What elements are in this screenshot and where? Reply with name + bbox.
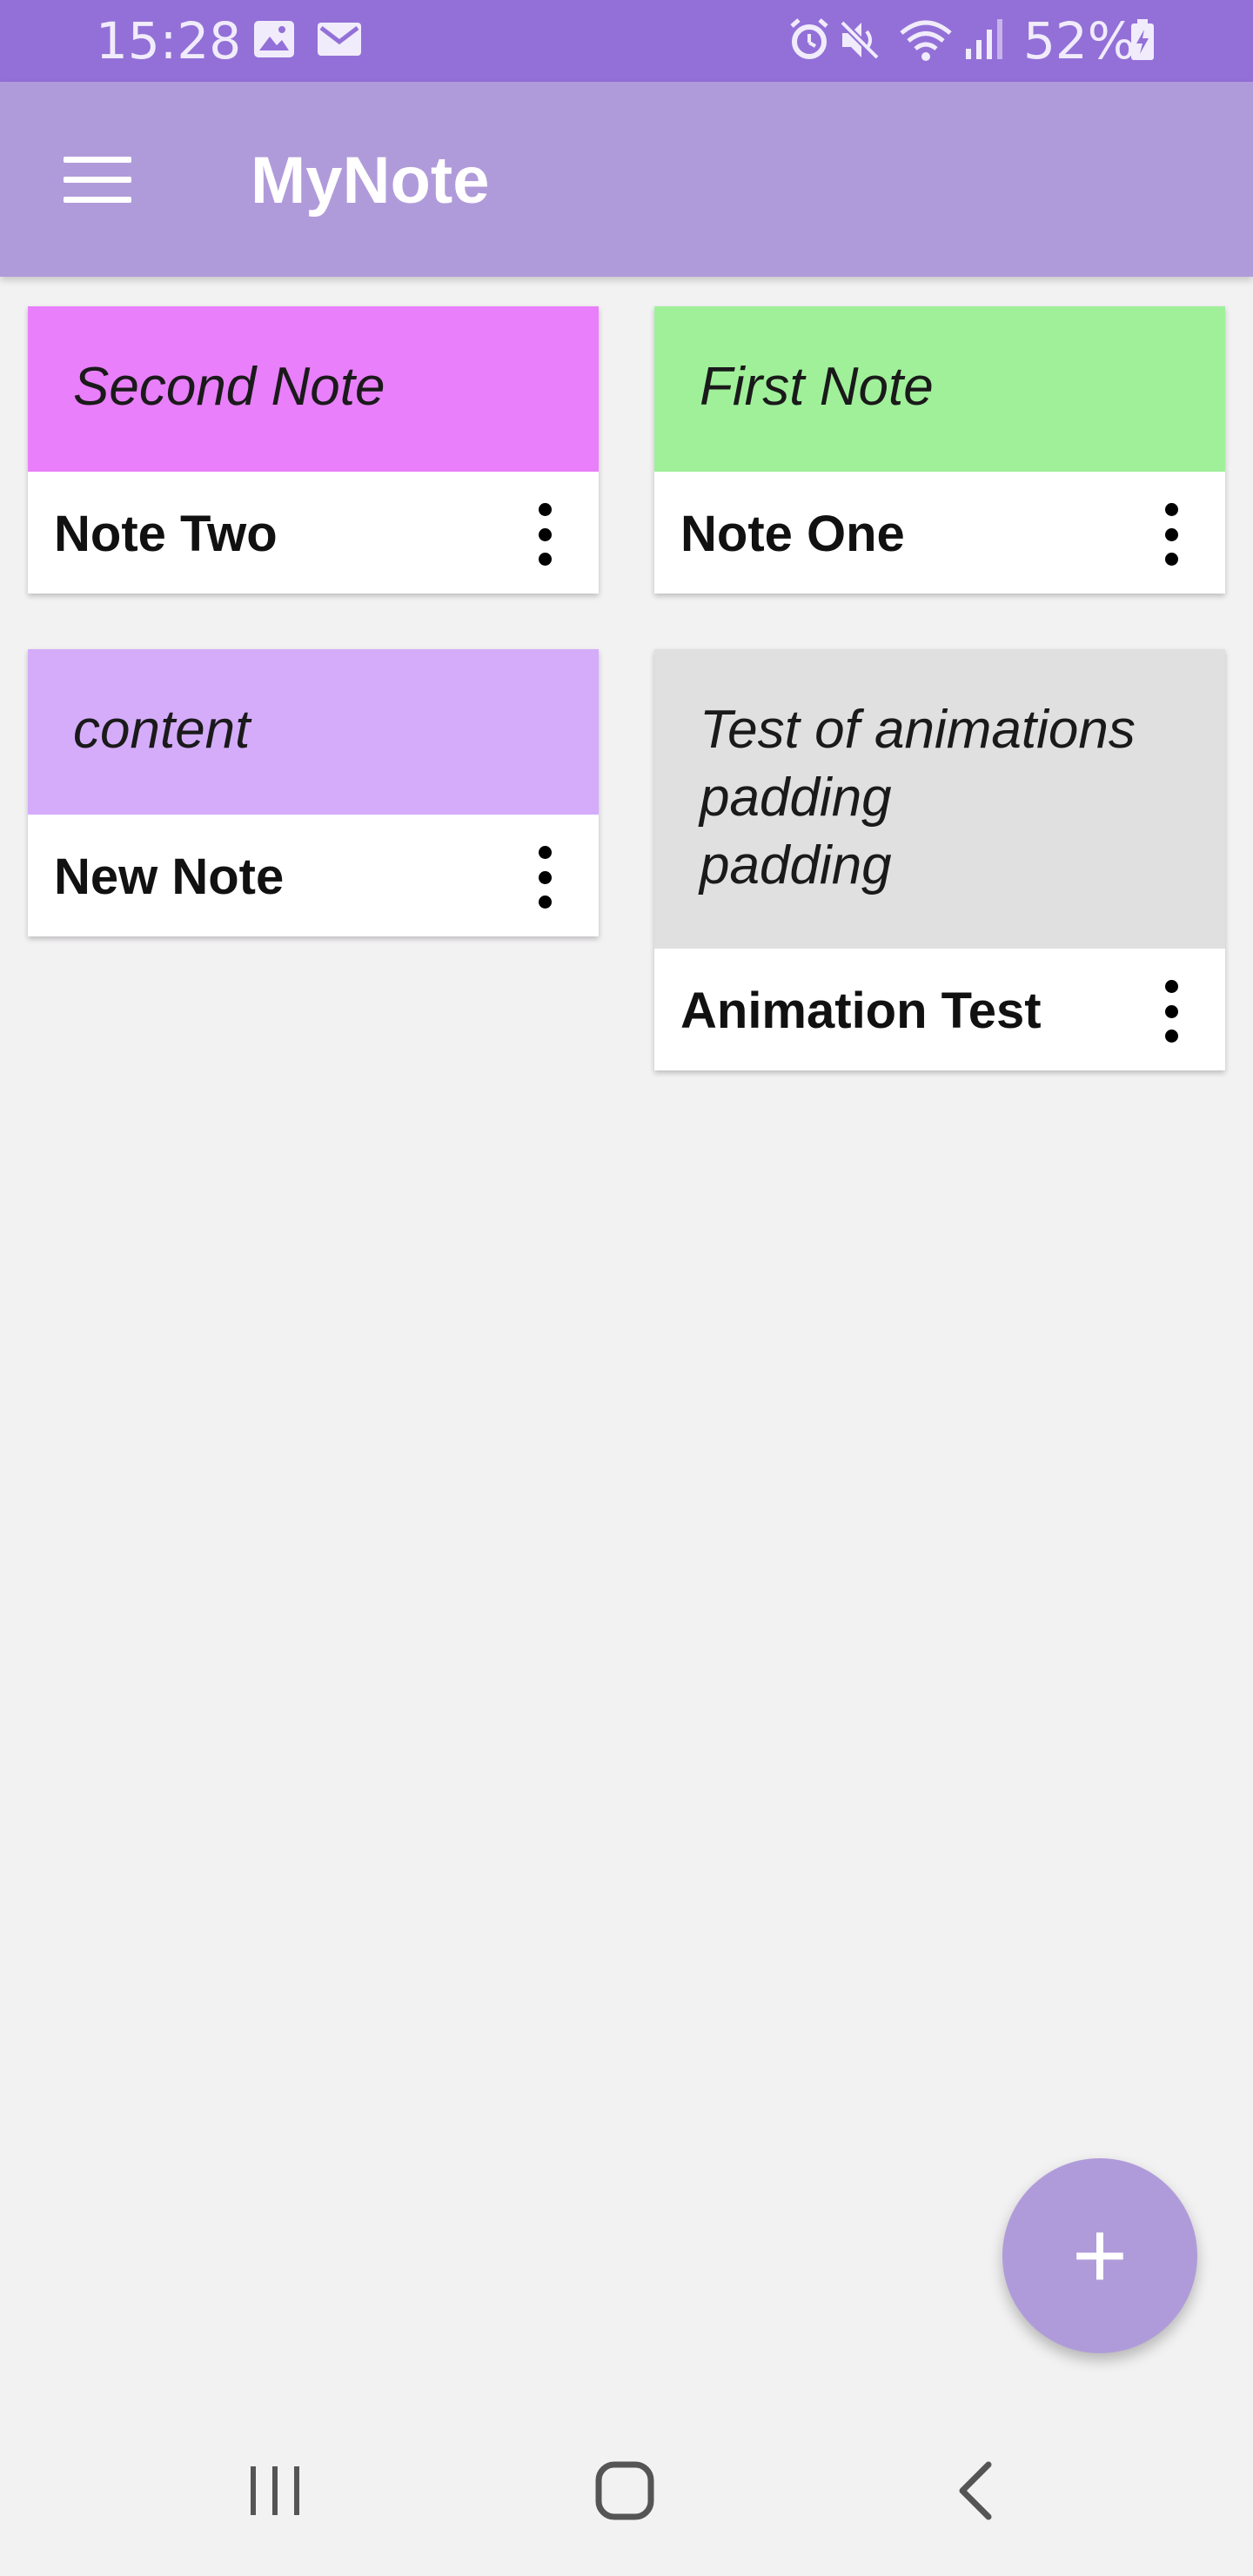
- wifi-icon: [898, 17, 954, 67]
- note-title: Animation Test: [680, 983, 1042, 1039]
- note-footer: Animation Test: [654, 949, 1225, 1070]
- image-icon: [252, 17, 296, 65]
- note-title: New Note: [54, 849, 285, 905]
- note-title: Note One: [680, 506, 905, 562]
- note-content: Test of animations padding padding: [654, 649, 1225, 949]
- battery-charging-icon: [1129, 17, 1156, 67]
- mail-icon: [317, 17, 362, 65]
- more-options-icon[interactable]: [526, 846, 564, 909]
- status-bar: 15:28 52%: [0, 0, 1253, 82]
- back-icon[interactable]: [954, 2459, 997, 2526]
- home-icon[interactable]: [593, 2459, 656, 2526]
- navigation-bar: [0, 2402, 1253, 2576]
- note-footer: Note One: [654, 472, 1225, 594]
- note-card[interactable]: Second Note Note Two: [28, 306, 599, 594]
- status-time: 15:28: [96, 11, 242, 70]
- signal-icon: [964, 17, 1006, 67]
- mute-icon: [837, 17, 882, 67]
- more-options-icon[interactable]: [1152, 503, 1190, 566]
- note-footer: New Note: [28, 815, 599, 936]
- app-title: MyNote: [251, 144, 490, 218]
- battery-percent: 52%: [1023, 11, 1136, 70]
- note-content: content: [28, 649, 599, 815]
- add-note-button[interactable]: +: [1002, 2158, 1197, 2353]
- note-card[interactable]: First Note Note One: [654, 306, 1225, 594]
- more-options-icon[interactable]: [1152, 980, 1190, 1043]
- alarm-icon: [787, 17, 832, 67]
- note-content: Second Note: [28, 306, 599, 472]
- note-card[interactable]: content New Note: [28, 649, 599, 936]
- app-bar: MyNote: [0, 82, 1253, 277]
- note-card[interactable]: Test of animations padding padding Anima…: [654, 649, 1225, 1070]
- add-icon: +: [1071, 2202, 1129, 2309]
- more-options-icon[interactable]: [526, 503, 564, 566]
- hamburger-menu-icon[interactable]: [49, 136, 146, 223]
- note-title: Note Two: [54, 506, 278, 562]
- note-footer: Note Two: [28, 472, 599, 594]
- recent-apps-icon[interactable]: [247, 2459, 303, 2526]
- note-content: First Note: [654, 306, 1225, 472]
